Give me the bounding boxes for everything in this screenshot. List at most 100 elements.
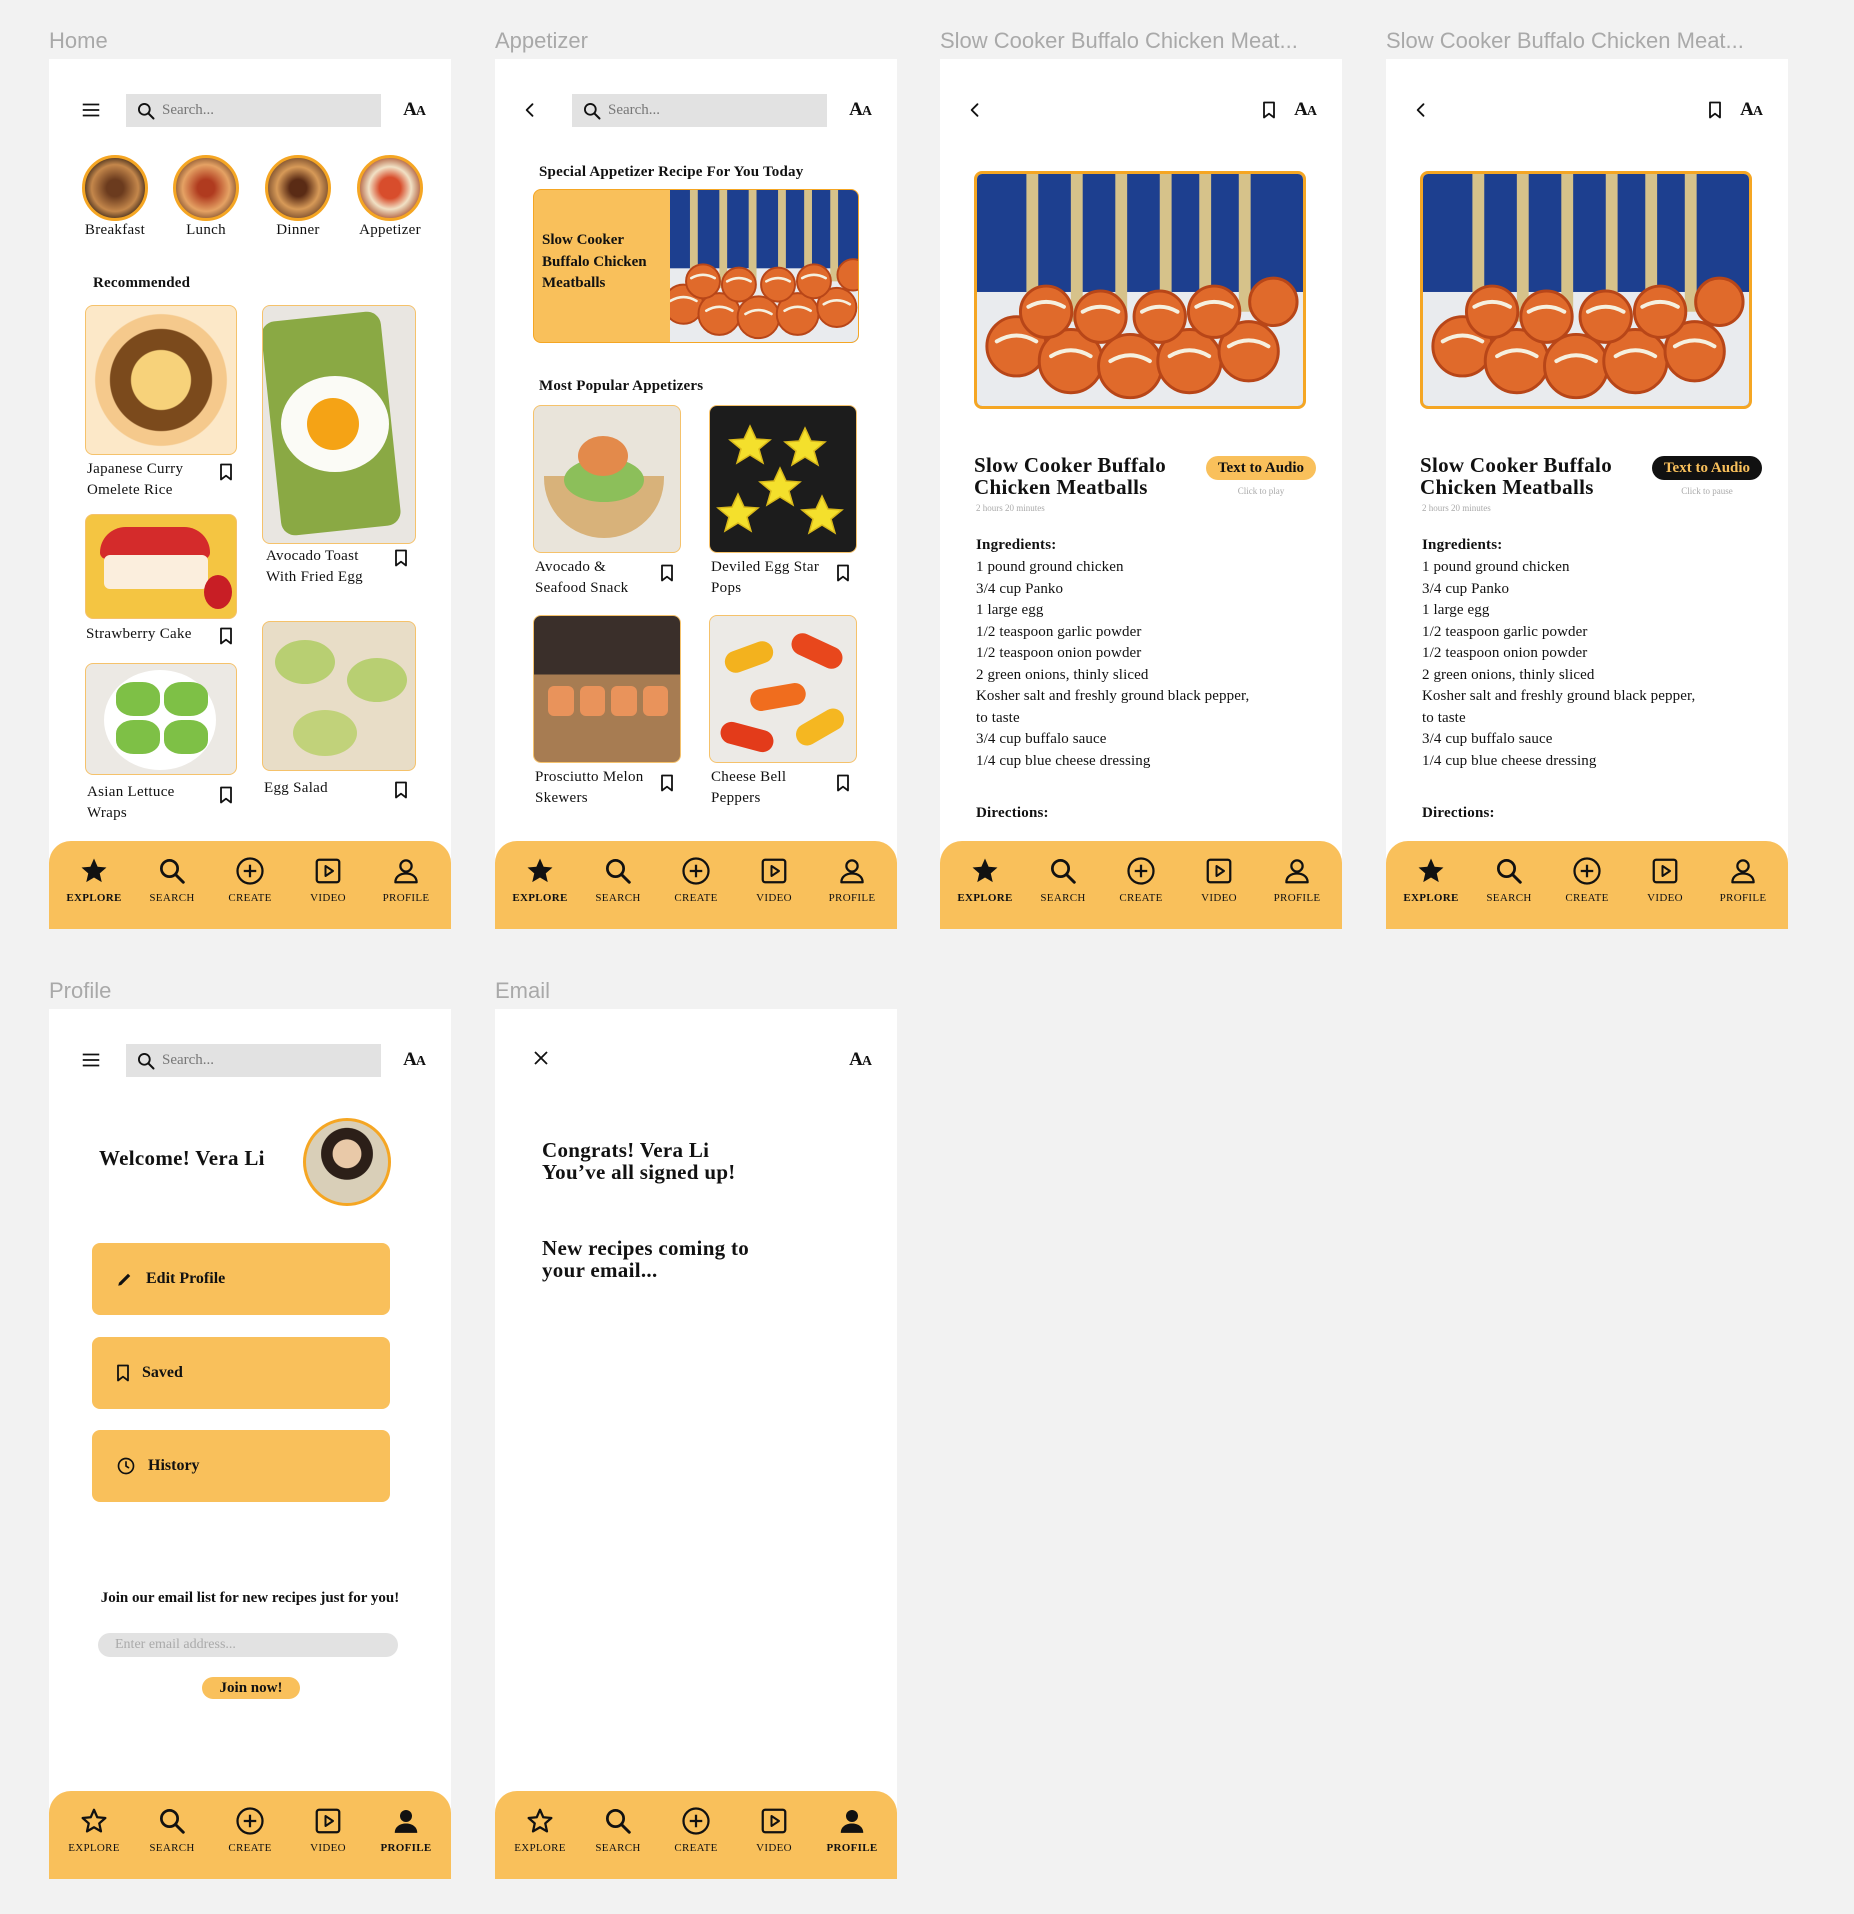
tab-profile[interactable]: PROFILE <box>371 841 441 904</box>
join-now-button[interactable]: Join now! <box>202 1677 300 1699</box>
tab-search[interactable]: SEARCH <box>1028 841 1098 904</box>
recipe-card-image[interactable] <box>262 621 416 771</box>
font-size-toggle[interactable]: AA <box>403 99 426 121</box>
tab-profile[interactable]: PROFILE <box>371 1791 441 1854</box>
tab-video[interactable]: VIDEO <box>293 1791 363 1854</box>
tab-explore-label: EXPLORE <box>68 1842 120 1854</box>
ingredient-item: 1/2 teaspoon onion powder <box>976 645 1142 661</box>
font-size-toggle[interactable]: AA <box>849 1049 872 1071</box>
menu-icon[interactable] <box>80 1049 102 1071</box>
tab-explore[interactable]: EXPLORE <box>950 841 1020 904</box>
bookmark-icon[interactable] <box>219 463 233 481</box>
tab-create[interactable]: CREATE <box>661 841 731 904</box>
tab-video[interactable]: VIDEO <box>1184 841 1254 904</box>
tab-create-label: CREATE <box>228 1842 272 1854</box>
special-recipe-title: Slow Cooker Buffalo Chicken Meatballs <box>542 232 647 291</box>
tab-video[interactable]: VIDEO <box>739 841 809 904</box>
appetizer-card-image[interactable] <box>709 405 857 553</box>
tab-explore[interactable]: EXPLORE <box>505 841 575 904</box>
recipe-card-image[interactable] <box>85 514 237 619</box>
bookmark-icon[interactable] <box>660 564 674 582</box>
text-to-audio-button[interactable]: Text to Audio <box>1652 456 1762 480</box>
bookmark-icon[interactable] <box>836 774 850 792</box>
tab-create[interactable]: CREATE <box>661 1791 731 1854</box>
tab-search[interactable]: SEARCH <box>137 1791 207 1854</box>
bookmark-icon[interactable] <box>394 781 408 799</box>
appetizer-card-image[interactable] <box>533 615 681 763</box>
bookmark-icon[interactable] <box>394 549 408 567</box>
category-breakfast-image[interactable] <box>82 155 148 221</box>
font-size-toggle[interactable]: AA <box>1740 99 1763 121</box>
appetizer-card-image[interactable] <box>709 615 857 763</box>
category-breakfast-label[interactable]: Breakfast <box>70 222 160 239</box>
bookmark-icon[interactable] <box>836 564 850 582</box>
search-input[interactable]: Search... <box>126 94 381 127</box>
recipe-time: 2 hours 20 minutes <box>1422 503 1491 513</box>
history-button[interactable]: History <box>92 1430 390 1502</box>
tab-search[interactable]: SEARCH <box>137 841 207 904</box>
tab-profile[interactable]: PROFILE <box>817 1791 887 1854</box>
recipe-card-title[interactable]: Japanese Curry Omelete Rice <box>87 459 207 501</box>
recipe-card-title[interactable]: Egg Salad <box>264 778 328 799</box>
tab-search[interactable]: SEARCH <box>583 841 653 904</box>
text-to-audio-button[interactable]: Text to Audio <box>1206 456 1316 480</box>
tab-explore[interactable]: EXPLORE <box>1396 841 1466 904</box>
tab-search-label: SEARCH <box>595 1842 641 1854</box>
tab-video[interactable]: VIDEO <box>739 1791 809 1854</box>
appetizer-card-title[interactable]: Cheese Bell Peppers <box>711 767 821 809</box>
tab-explore[interactable]: EXPLORE <box>59 841 129 904</box>
recipe-title: Slow Cooker Buffalo Chicken Meatballs <box>1420 453 1612 499</box>
category-dinner-image[interactable] <box>265 155 331 221</box>
close-icon[interactable] <box>533 1050 549 1066</box>
bookmark-icon[interactable] <box>1262 101 1276 119</box>
recipe-card-image[interactable] <box>85 663 237 775</box>
bookmark-icon[interactable] <box>660 774 674 792</box>
font-size-toggle[interactable]: AA <box>849 99 872 121</box>
tab-video[interactable]: VIDEO <box>293 841 363 904</box>
category-dinner-label[interactable]: Dinner <box>253 222 343 239</box>
tab-create[interactable]: CREATE <box>215 1791 285 1854</box>
appetizer-card-title[interactable]: Deviled Egg Star Pops <box>711 557 821 599</box>
tab-profile[interactable]: PROFILE <box>817 841 887 904</box>
recipe-card-title[interactable]: Asian Lettuce Wraps <box>87 782 187 824</box>
edit-profile-button[interactable]: Edit Profile <box>92 1243 390 1315</box>
search-input[interactable]: Search... <box>572 94 827 127</box>
category-lunch-label[interactable]: Lunch <box>161 222 251 239</box>
menu-icon[interactable] <box>80 99 102 121</box>
tab-search[interactable]: SEARCH <box>583 1791 653 1854</box>
bookmark-icon[interactable] <box>219 627 233 645</box>
tab-explore-label: EXPLORE <box>957 892 1013 904</box>
category-appetizer-label[interactable]: Appetizer <box>345 222 435 239</box>
congrats-line: You’ve all signed up! <box>542 1160 736 1184</box>
recipe-card-image[interactable] <box>85 305 237 455</box>
appetizer-card-title[interactable]: Avocado & Seafood Snack <box>535 557 645 599</box>
recipe-card-title[interactable]: Avocado Toast With Fried Egg <box>266 546 386 588</box>
tab-explore[interactable]: EXPLORE <box>59 1791 129 1854</box>
email-field[interactable]: Enter email address... <box>98 1633 398 1657</box>
back-arrow-icon[interactable] <box>965 100 985 120</box>
tab-create[interactable]: CREATE <box>215 841 285 904</box>
bookmark-icon[interactable] <box>219 786 233 804</box>
tab-profile[interactable]: PROFILE <box>1708 841 1778 904</box>
tab-create[interactable]: CREATE <box>1552 841 1622 904</box>
avatar[interactable] <box>303 1118 391 1206</box>
category-lunch-image[interactable] <box>173 155 239 221</box>
font-size-toggle[interactable]: AA <box>403 1049 426 1071</box>
special-recipe-card[interactable]: Slow Cooker Buffalo Chicken Meatballs <box>533 189 859 343</box>
category-appetizer-image[interactable] <box>357 155 423 221</box>
saved-button[interactable]: Saved <box>92 1337 390 1409</box>
appetizer-card-image[interactable] <box>533 405 681 553</box>
back-arrow-icon[interactable] <box>1411 100 1431 120</box>
search-input[interactable]: Search... <box>126 1044 381 1077</box>
recipe-card-title[interactable]: Strawberry Cake <box>86 624 192 645</box>
tab-create[interactable]: CREATE <box>1106 841 1176 904</box>
tab-video[interactable]: VIDEO <box>1630 841 1700 904</box>
tab-search[interactable]: SEARCH <box>1474 841 1544 904</box>
tab-profile[interactable]: PROFILE <box>1262 841 1332 904</box>
back-arrow-icon[interactable] <box>520 100 540 120</box>
bookmark-icon[interactable] <box>1708 101 1722 119</box>
tab-explore[interactable]: EXPLORE <box>505 1791 575 1854</box>
font-size-toggle[interactable]: AA <box>1294 99 1317 121</box>
recipe-card-image[interactable] <box>262 305 416 544</box>
appetizer-card-title[interactable]: Prosciutto Melon Skewers <box>535 767 655 809</box>
